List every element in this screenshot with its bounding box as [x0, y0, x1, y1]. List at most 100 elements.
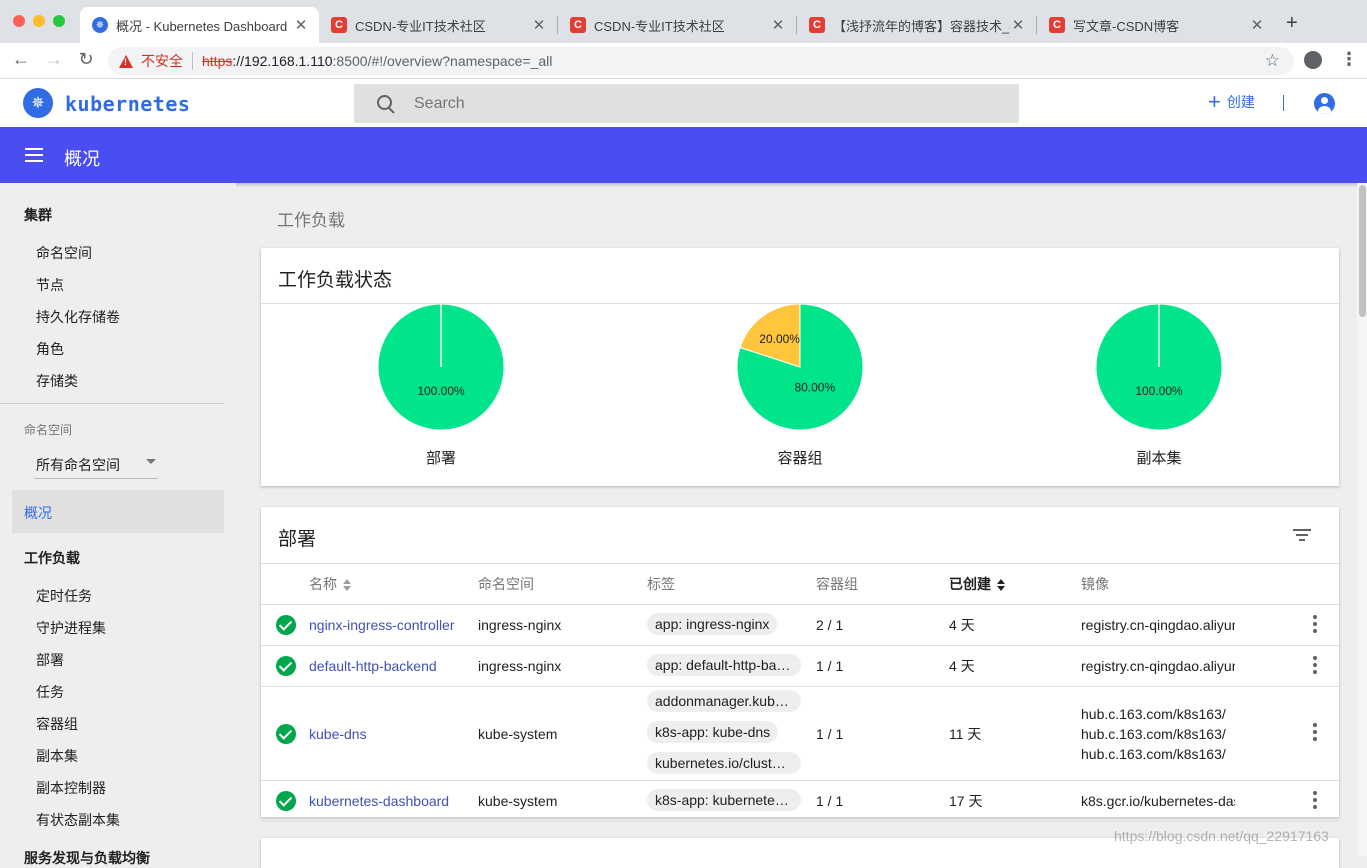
deployment-name-link[interactable]: default-http-backend: [309, 658, 437, 674]
sidebar-heading-discovery[interactable]: 服务发现与负载均衡: [24, 848, 150, 868]
sort-icon: [997, 579, 1005, 592]
more-vert-icon[interactable]: [1313, 655, 1317, 674]
sidebar-item-persistent-volumes[interactable]: 持久化存储卷: [36, 307, 120, 327]
close-tab-icon[interactable]: ✕: [1010, 16, 1026, 34]
more-vert-icon[interactable]: [1313, 790, 1317, 809]
add-icon: +: [1208, 89, 1221, 114]
more-menu-icon[interactable]: ⋮: [1340, 49, 1358, 70]
back-arrow-icon[interactable]: ←: [9, 49, 33, 70]
pie-slice-label: 80.00%: [794, 380, 835, 394]
check-circle-icon: [276, 656, 296, 676]
label-chip[interactable]: kubernetes.io/cluster-service: [647, 752, 801, 774]
sidebar-heading-workloads[interactable]: 工作负载: [24, 548, 80, 568]
scrollbar-thumb[interactable]: [1359, 185, 1366, 317]
create-button[interactable]: + 创建: [1208, 89, 1255, 114]
close-tab-icon[interactable]: ✕: [293, 16, 309, 34]
sidebar-item-storage-classes[interactable]: 存储类: [36, 371, 78, 391]
labels-column-header: 标签: [647, 563, 816, 605]
name-cell: kube-dns: [309, 686, 478, 781]
label-chip[interactable]: k8s-app: kube-dns: [647, 721, 779, 743]
more-vert-icon[interactable]: [1313, 614, 1317, 633]
insecure-label[interactable]: 不安全: [141, 51, 183, 71]
logo-text[interactable]: kubernetes: [65, 92, 190, 116]
browser-tab-3[interactable]: C CSDN-专业IT技术社区 ✕: [558, 7, 796, 43]
search-input[interactable]: [414, 94, 974, 113]
image-text: hub.c.163.com/k8s163/: [1081, 705, 1226, 722]
pie-chart-pods: 80.00% 20.00% 容器组: [700, 303, 900, 468]
close-tab-icon[interactable]: ✕: [770, 16, 786, 34]
deployment-name-link[interactable]: kubernetes-dashboard: [309, 793, 449, 809]
sidebar-item-statefulsets[interactable]: 有状态副本集: [36, 810, 120, 830]
sidebar-item-jobs[interactable]: 任务: [36, 682, 64, 702]
column-label: 名称: [309, 576, 337, 592]
card-title: 部署: [278, 529, 317, 550]
sidebar-item-overview[interactable]: 概况: [12, 490, 224, 533]
close-tab-icon[interactable]: ✕: [1249, 16, 1265, 34]
image-text: hub.c.163.com/k8s163/: [1081, 725, 1226, 742]
url-path: :8500/#!/overview?namespace=_all: [332, 53, 553, 69]
deployments-card: 部署 名称 命名空间 标签 容器组 已创建 镜像 nginx-ingress-c…: [261, 507, 1339, 822]
browser-tab-4[interactable]: C 【浅抒流年的博客】容器技术_o ✕: [797, 7, 1036, 43]
label-chip[interactable]: addonmanager.kubernetes.io: [647, 690, 801, 712]
deployment-name-link[interactable]: kube-dns: [309, 726, 367, 742]
actions-cell: [1291, 780, 1339, 822]
name-column-header[interactable]: 名称: [309, 563, 478, 605]
profile-icon[interactable]: [1304, 51, 1322, 69]
table-header-row: 名称 命名空间 标签 容器组 已创建 镜像: [261, 563, 1339, 605]
sidebar-item-roles[interactable]: 角色: [36, 339, 64, 359]
label-chip[interactable]: k8s-app: kubernetes-dashboard: [647, 788, 801, 811]
sidebar: 集群 命名空间 节点 持久化存储卷 角色 存储类 命名空间 所有命名空间 概况 …: [0, 183, 236, 866]
image-text: k8s.gcr.io/kubernetes-dashboard: [1081, 793, 1235, 809]
reload-icon[interactable]: ↻: [74, 49, 98, 70]
search-icon: [376, 94, 396, 114]
more-vert-icon[interactable]: [1313, 723, 1317, 741]
sidebar-item-deployments[interactable]: 部署: [36, 650, 64, 670]
new-tab-button[interactable]: +: [1286, 12, 1298, 35]
sidebar-item-nodes[interactable]: 节点: [36, 275, 64, 295]
header-separator: [1283, 95, 1284, 111]
table-row[interactable]: default-http-backend ingress-nginx app: de…: [261, 645, 1339, 687]
minimize-window-button[interactable]: [33, 15, 45, 27]
sidebar-item-daemonsets[interactable]: 守护进程集: [36, 618, 106, 638]
maximize-window-button[interactable]: [53, 15, 65, 27]
kubernetes-logo-icon[interactable]: ✵: [23, 88, 53, 118]
sidebar-heading-cluster[interactable]: 集群: [24, 205, 52, 225]
sidebar-item-replicasets[interactable]: 副本集: [36, 746, 78, 766]
browser-tab-5[interactable]: C 写文章-CSDN博客 ✕: [1037, 7, 1275, 43]
name-cell: nginx-ingress-controller: [309, 604, 478, 646]
label-chip[interactable]: app: default-http-backend: [647, 653, 801, 676]
menu-icon[interactable]: [25, 148, 43, 162]
tab-title: CSDN-专业IT技术社区: [594, 18, 725, 34]
bookmark-star-icon[interactable]: ☆: [1265, 51, 1280, 71]
account-icon[interactable]: [1314, 93, 1335, 114]
table-row[interactable]: kubernetes-dashboard kube-system k8s-app: …: [261, 780, 1339, 822]
section-heading: 工作负载: [277, 211, 345, 230]
browser-tab-2[interactable]: C CSDN-专业IT技术社区 ✕: [319, 7, 557, 43]
pods-cell: 1 / 1: [816, 645, 949, 687]
namespace-select[interactable]: 所有命名空间: [34, 451, 158, 479]
table-row[interactable]: kube-dns kube-systemaddonmanager.kubernet…: [261, 686, 1339, 781]
actions-cell: [1291, 686, 1339, 781]
address-bar[interactable]: 不安全 https://192.168.1.110:8500/#!/overvi…: [108, 47, 1294, 75]
pods-cell: 1 / 1: [816, 780, 949, 822]
actions-column-header: [1291, 563, 1339, 605]
filter-icon[interactable]: [1293, 529, 1311, 541]
sidebar-item-pods[interactable]: 容器组: [36, 714, 78, 734]
table-row[interactable]: nginx-ingress-controller ingress-nginx app…: [261, 604, 1339, 646]
created-column-header[interactable]: 已创建: [949, 563, 1081, 605]
created-cell: 11 天: [949, 686, 1081, 781]
sort-icon: [343, 579, 351, 592]
sidebar-item-replication-controllers[interactable]: 副本控制器: [36, 778, 106, 798]
close-tab-icon[interactable]: ✕: [531, 16, 547, 34]
workload-status-card: 工作负载状态 100.00% 部署 80.00% 20.00% 容器组 100.0…: [261, 248, 1339, 486]
forward-arrow-icon[interactable]: →: [42, 49, 66, 70]
actions-cell: [1291, 645, 1339, 687]
browser-tab-1[interactable]: ✵ 概况 - Kubernetes Dashboard ✕: [80, 7, 319, 43]
images-column-header: 镜像: [1081, 563, 1291, 605]
app-header: ✵ kubernetes + 创建: [0, 79, 1367, 127]
sidebar-item-cronjobs[interactable]: 定时任务: [36, 586, 92, 606]
sidebar-item-namespaces[interactable]: 命名空间: [36, 243, 92, 263]
label-chip[interactable]: app: ingress-nginx: [647, 612, 778, 635]
close-window-button[interactable]: [13, 15, 25, 27]
deployment-name-link[interactable]: nginx-ingress-controller: [309, 617, 455, 633]
